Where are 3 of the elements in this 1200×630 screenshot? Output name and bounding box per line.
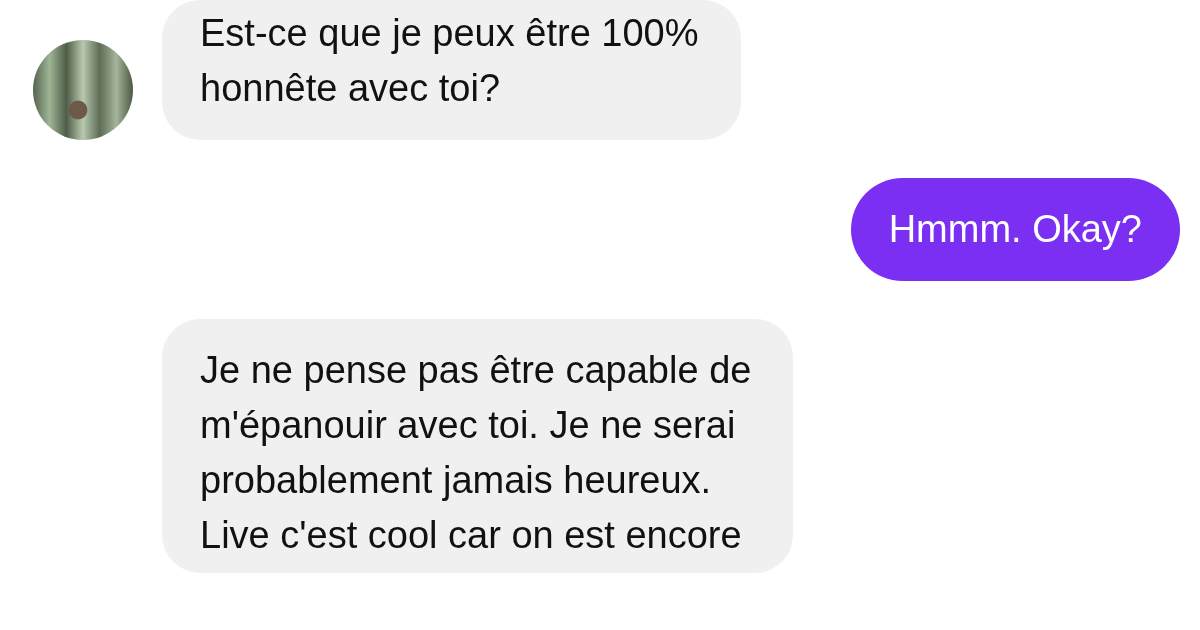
received-message-bubble: Est-ce que je peux être 100% honnête avec toi? (162, 0, 741, 140)
sent-message-bubble: Hmmm. Okay? (850, 178, 1180, 281)
received-message-bubble: Je ne pense pas être capable de m'épanouir avec toi. Je ne serai probablement jamais heureux. Live c'est cool car on est encore (162, 319, 794, 573)
